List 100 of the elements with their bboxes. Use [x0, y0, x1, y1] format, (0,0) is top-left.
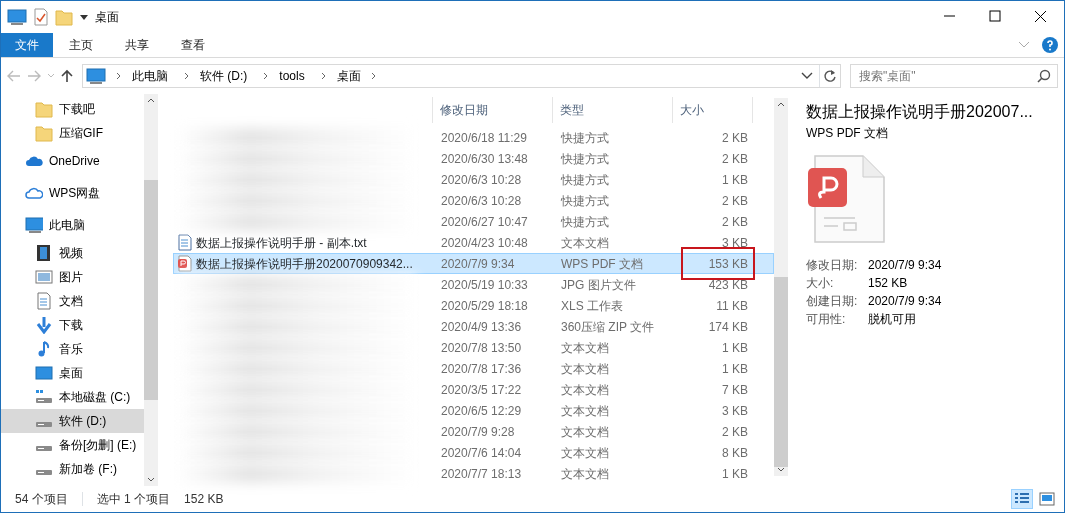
- monitor-icon: [25, 216, 43, 234]
- scrollbar[interactable]: [144, 94, 159, 486]
- property-value: 2020/7/9 9:34: [868, 293, 942, 310]
- table-cell-text: 2 KB: [721, 192, 749, 210]
- property-value: 152 KB: [868, 275, 908, 292]
- ribbon-tab[interactable]: 共享: [109, 32, 165, 57]
- file-row[interactable]: 2020/6/5 12:29 文本文档 3 KB: [173, 400, 774, 421]
- table-cell-text: 360压缩 ZIP 文件: [560, 318, 656, 336]
- sidebar-item[interactable]: 软件 (D:): [1, 409, 145, 433]
- sidebar-item[interactable]: OneDrive: [1, 145, 145, 177]
- property-value: 2020/7/9 9:34: [868, 257, 942, 274]
- sidebar-item[interactable]: WPS网盘: [1, 177, 145, 209]
- property-label: 大小:: [806, 275, 835, 292]
- up-arrow-icon[interactable]: [61, 69, 73, 83]
- close-icon: [1034, 10, 1048, 23]
- sidebar-item[interactable]: 下载吧: [1, 97, 145, 121]
- breadcrumb-item[interactable]: 软件 (D:): [194, 67, 254, 85]
- file-row[interactable]: 2020/6/30 13:48 快捷方式 2 KB: [173, 148, 774, 169]
- chevron-right-icon[interactable]: [184, 72, 190, 80]
- column-header[interactable]: 修改日期: [433, 97, 553, 123]
- file-row[interactable]: 2020/7/8 13:50 文本文档 1 KB: [173, 337, 774, 358]
- details-view-button[interactable]: [1011, 489, 1033, 509]
- chevron-right-icon[interactable]: [370, 72, 377, 80]
- table-cell-text: 3 KB: [721, 402, 749, 420]
- breadcrumb-item[interactable]: tools: [273, 67, 311, 85]
- breadcrumb-item[interactable]: 此电脑: [126, 67, 174, 85]
- table-cell-text: 快捷方式: [560, 150, 610, 168]
- column-header[interactable]: 大小: [673, 97, 753, 123]
- table-cell-text: 1 KB: [721, 360, 749, 378]
- scroll-up-icon[interactable]: [147, 98, 156, 103]
- sidebar-item[interactable]: 压缩GIF: [1, 121, 145, 145]
- file-row[interactable]: 2020/3/5 17:22 文本文档 7 KB: [173, 379, 774, 400]
- sidebar-item[interactable]: 音乐: [1, 337, 145, 361]
- table-cell-text: 文本文档: [560, 444, 610, 462]
- drive-icon: [35, 420, 53, 428]
- file-row[interactable]: 2020/7/9 9:28 文本文档 2 KB: [173, 421, 774, 442]
- file-row[interactable]: 2020/6/18 11:29 快捷方式 2 KB: [173, 127, 774, 148]
- drive-icon: [35, 388, 53, 406]
- table-cell-text: 快捷方式: [560, 213, 610, 231]
- scroll-down-icon[interactable]: [147, 477, 156, 482]
- file-row[interactable]: 2020/4/9 13:36 360压缩 ZIP 文件 174 KB: [173, 316, 774, 337]
- table-cell-text: 2020/6/3 10:28: [440, 171, 523, 189]
- breadcrumb-item[interactable]: 桌面: [330, 67, 367, 85]
- checklist-icon[interactable]: [33, 7, 49, 26]
- ribbon-tab[interactable]: 查看: [165, 32, 221, 57]
- file-row[interactable]: 2020/6/3 10:28 快捷方式 2 KB: [173, 190, 774, 211]
- property-value: 脱机可用: [868, 311, 916, 328]
- chevron-right-icon[interactable]: [320, 72, 327, 80]
- table-cell-text: 1 KB: [721, 339, 749, 357]
- search-box[interactable]: 搜索"桌面": [850, 64, 1058, 88]
- down-arrow-icon: [35, 316, 53, 334]
- scrollbar[interactable]: [774, 98, 788, 476]
- sidebar-item[interactable]: 此电脑: [1, 209, 145, 241]
- large-icons-view-button[interactable]: [1036, 489, 1058, 509]
- chevron-right-icon[interactable]: [116, 72, 122, 80]
- text-file-icon: [177, 234, 193, 251]
- sidebar-item[interactable]: 备份[勿删] (E:): [1, 433, 145, 457]
- table-cell-text: 153 KB: [707, 255, 749, 273]
- table-cell-text: 快捷方式: [560, 192, 610, 210]
- table-cell-text: 快捷方式: [560, 171, 610, 189]
- address-bar[interactable]: 此电脑 软件 (D:) tools 桌面: [82, 64, 841, 88]
- table-cell-text: 文本文档: [560, 234, 610, 252]
- sidebar-item[interactable]: 文档: [1, 289, 145, 313]
- help-icon[interactable]: [1042, 36, 1058, 53]
- scroll-up-icon[interactable]: [777, 102, 785, 107]
- ribbon-tab[interactable]: 文件: [1, 32, 53, 57]
- table-cell-text: 2020/5/19 10:33: [440, 276, 529, 294]
- scroll-down-icon[interactable]: [777, 467, 785, 472]
- file-row[interactable]: 数据上报操作说明手册2020070909342... 2020/7/9 9:34 WPS PDF 文档 153 KB: [173, 253, 774, 274]
- document-icon: [35, 292, 53, 310]
- ribbon-tab[interactable]: 主页: [53, 32, 109, 57]
- chevron-right-icon[interactable]: [263, 72, 270, 80]
- search-icon: [1037, 69, 1051, 83]
- sidebar-item[interactable]: 下载: [1, 313, 145, 337]
- sidebar-item[interactable]: 本地磁盘 (C:): [1, 385, 145, 409]
- monitor-icon[interactable]: [7, 7, 27, 26]
- chevron-down-icon[interactable]: [801, 72, 813, 80]
- table-cell-text: WPS PDF 文档: [560, 255, 644, 273]
- table-cell-text: 2020/7/6 14:04: [440, 444, 523, 462]
- property-label: 可用性:: [806, 311, 847, 328]
- sidebar-item[interactable]: 图片: [1, 265, 145, 289]
- table-cell-text: 2020/6/18 11:29: [440, 129, 528, 147]
- file-row[interactable]: 2020/7/7 18:13 文本文档 1 KB: [173, 463, 774, 484]
- file-row[interactable]: 2020/7/8 17:36 文本文档 1 KB: [173, 358, 774, 379]
- table-cell-text: 3 KB: [721, 234, 749, 252]
- selection-size: 152 KB: [184, 491, 224, 508]
- file-row[interactable]: 2020/6/27 10:47 快捷方式 2 KB: [173, 211, 774, 232]
- file-row[interactable]: 2020/5/29 18:18 XLS 工作表 11 KB: [173, 295, 774, 316]
- table-cell-text: 2020/7/9 9:34: [440, 255, 516, 273]
- file-row[interactable]: 2020/7/6 14:04 文本文档 8 KB: [173, 442, 774, 463]
- file-row[interactable]: 2020/6/3 10:28 快捷方式 1 KB: [173, 169, 774, 190]
- picture-icon: [1039, 492, 1055, 506]
- sidebar-item[interactable]: 视频: [1, 241, 145, 265]
- column-header[interactable]: 类型: [553, 97, 673, 123]
- table-cell-text: 1 KB: [721, 171, 749, 189]
- table-cell-text: 文本文档: [560, 360, 610, 378]
- file-row[interactable]: 数据上报操作说明手册 - 副本.txt 2020/4/23 10:48 文本文档 3 KB: [173, 232, 774, 253]
- sidebar-item[interactable]: 桌面: [1, 361, 145, 385]
- sidebar-item[interactable]: 新加卷 (F:): [1, 457, 145, 481]
- file-row[interactable]: 2020/5/19 10:33 JPG 图片文件 423 KB: [173, 274, 774, 295]
